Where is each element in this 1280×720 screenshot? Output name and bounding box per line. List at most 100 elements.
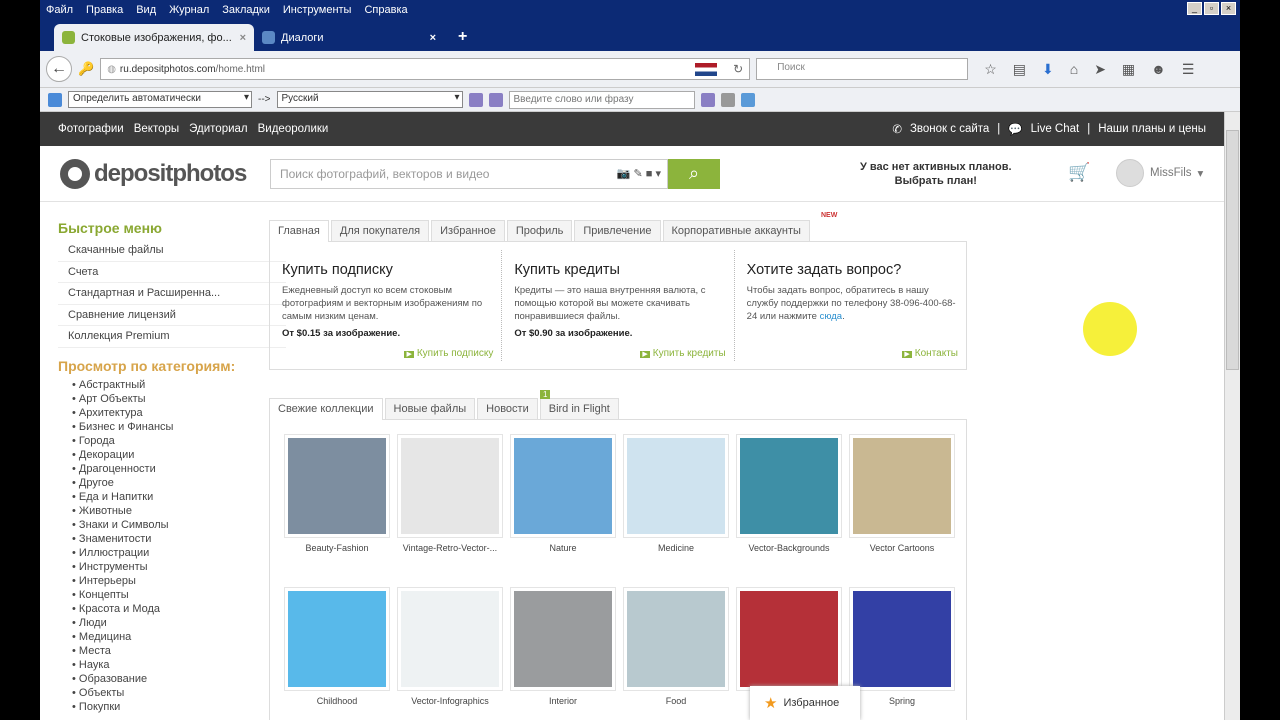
collection-name[interactable]: Vintage-Retro-Vector-... [397,543,503,553]
collection-tab[interactable]: Свежие коллекции [269,398,383,420]
category-link[interactable]: Арт Объекты [72,392,286,406]
chat-icon[interactable]: ☻ [1151,61,1166,78]
collection-item[interactable]: Vector-Backgrounds [736,434,842,561]
close-tab-icon[interactable]: × [430,32,436,44]
collection-thumbnail[interactable] [736,434,842,538]
nav-vectors[interactable]: Векторы [134,123,179,135]
collection-thumbnail[interactable] [623,434,729,538]
category-link[interactable]: Декорации [72,448,286,462]
category-link[interactable]: Объекты [72,686,286,700]
collection-name[interactable]: Medicine [623,543,729,553]
collection-thumbnail[interactable] [736,586,842,691]
search-button[interactable]: ⌕ [668,158,720,189]
collection-thumbnail[interactable] [510,586,616,691]
close-window-button[interactable]: × [1221,2,1236,15]
category-link[interactable]: Абстрактный [72,378,286,392]
scrollbar-thumb[interactable] [1226,130,1239,370]
category-link[interactable]: Наука [72,658,286,672]
download-icon[interactable]: ⬇ [1042,61,1054,78]
address-bar[interactable]: ◍ ru.depositphotos.com/home.html ↻ [100,58,751,80]
clipboard-icon[interactable] [720,92,735,107]
plan-notice[interactable]: У вас нет активных планов. Выбрать план! [860,160,1012,188]
new-tab-button[interactable]: + [458,28,467,46]
reload-icon[interactable]: ↻ [733,62,743,76]
collection-name[interactable]: Spring [849,696,955,706]
collection-item[interactable]: Spring [849,586,955,714]
collection-item[interactable]: Vector-Infographics [397,586,503,714]
collection-item[interactable]: Interior [510,586,616,714]
category-link[interactable]: Знаки и Символы [72,518,286,532]
collection-name[interactable]: Vector-Backgrounds [736,543,842,553]
category-link[interactable]: Знаменитости [72,532,286,546]
collection-thumbnail[interactable] [849,586,955,691]
main-tab[interactable]: Корпоративные аккаунты [662,220,810,241]
site-search-input[interactable]: Поиск фотографий, векторов и видео 📷 ✎ ■ … [270,158,668,189]
category-link[interactable]: Покупки [72,700,286,714]
tab-dialogs[interactable]: Диалоги × [254,24,444,51]
translate-input[interactable]: Введите слово или фразу [508,90,695,109]
collection-thumbnail[interactable] [510,434,616,538]
menu-tools[interactable]: Инструменты [283,4,352,16]
choose-plan-link[interactable]: Выбрать план! [860,174,1012,188]
collection-thumbnail[interactable] [849,434,955,538]
main-tab[interactable]: Профиль [506,220,573,241]
category-link[interactable]: Другое [72,476,286,490]
panel-link[interactable]: Купить подписку [404,348,493,359]
menu-edit[interactable]: Правка [86,4,123,16]
menu-bookmarks[interactable]: Закладки [222,4,270,16]
collection-item[interactable]: Vector Cartoons [849,434,955,561]
collection-item[interactable]: Childhood [284,586,390,714]
collection-thumbnail[interactable] [623,586,729,691]
collection-item[interactable]: Medicine [623,434,729,561]
notes-icon[interactable] [488,92,503,107]
depositphotos-logo[interactable]: depositphotos [60,158,270,189]
collection-name[interactable]: Vector-Infographics [397,696,503,706]
source-language-select[interactable]: Определить автоматически [68,91,252,108]
close-tab-icon[interactable]: × [240,32,246,44]
category-link[interactable]: Образование [72,672,286,686]
category-link[interactable]: Города [72,434,286,448]
collection-name[interactable]: Vector Cartoons [849,543,955,553]
collection-name[interactable]: Food [623,696,729,706]
main-tab[interactable]: Избранное [431,220,505,241]
nav-photos[interactable]: Фотографии [58,123,124,135]
quick-menu-item[interactable]: Счета [58,262,286,283]
home-icon[interactable]: ⌂ [1070,61,1078,78]
category-link[interactable]: Медицина [72,630,286,644]
main-tab[interactable]: Для покупателя [330,220,430,241]
panel-link[interactable]: Купить кредиты [640,348,726,359]
category-link[interactable]: Люди [72,616,286,630]
category-link[interactable]: Еда и Напитки [72,490,286,504]
quick-menu-item[interactable]: Скачанные файлы [58,240,286,262]
favorites-button[interactable]: ★ Избранное [750,686,860,720]
collection-tab[interactable]: Bird in Flight [539,398,619,419]
collection-item[interactable]: Nature [510,434,616,561]
menu-history[interactable]: Журнал [169,4,209,16]
plans-link[interactable]: Наши планы и цены [1098,123,1206,135]
search-input[interactable]: Поиск [756,58,969,80]
main-tab[interactable]: Главная [269,220,329,242]
here-link[interactable]: сюда [820,311,843,322]
category-link[interactable]: Места [72,644,286,658]
main-tab[interactable]: Привлечение [574,220,661,241]
category-link[interactable]: Иллюстрации [72,546,286,560]
collection-item[interactable]: Vintage-Retro-Vector-... [397,434,503,561]
tab-depositphotos[interactable]: Стоковые изображения, фо... × [54,24,254,51]
category-link[interactable]: Бизнес и Финансы [72,420,286,434]
maximize-button[interactable]: ▫ [1204,2,1219,15]
callback-link[interactable]: Звонок с сайта [910,123,989,135]
quick-menu-item[interactable]: Стандартная и Расширенна... [58,283,286,305]
category-link[interactable]: Инструменты [72,560,286,574]
cart-icon[interactable]: 🛒 [1068,162,1090,183]
menu-help[interactable]: Справка [364,4,407,16]
nav-videos[interactable]: Видеоролики [258,123,329,135]
menu-view[interactable]: Вид [136,4,156,16]
back-button[interactable]: ← [46,56,72,82]
category-link[interactable]: Красота и Мода [72,602,286,616]
dictionary-icon[interactable] [468,92,483,107]
collection-name[interactable]: Interior [510,696,616,706]
menu-file[interactable]: Файл [46,4,73,16]
collection-thumbnail[interactable] [397,586,503,691]
nav-editorial[interactable]: Эдиториал [189,123,247,135]
collection-tab[interactable]: Новые файлы [384,398,476,419]
